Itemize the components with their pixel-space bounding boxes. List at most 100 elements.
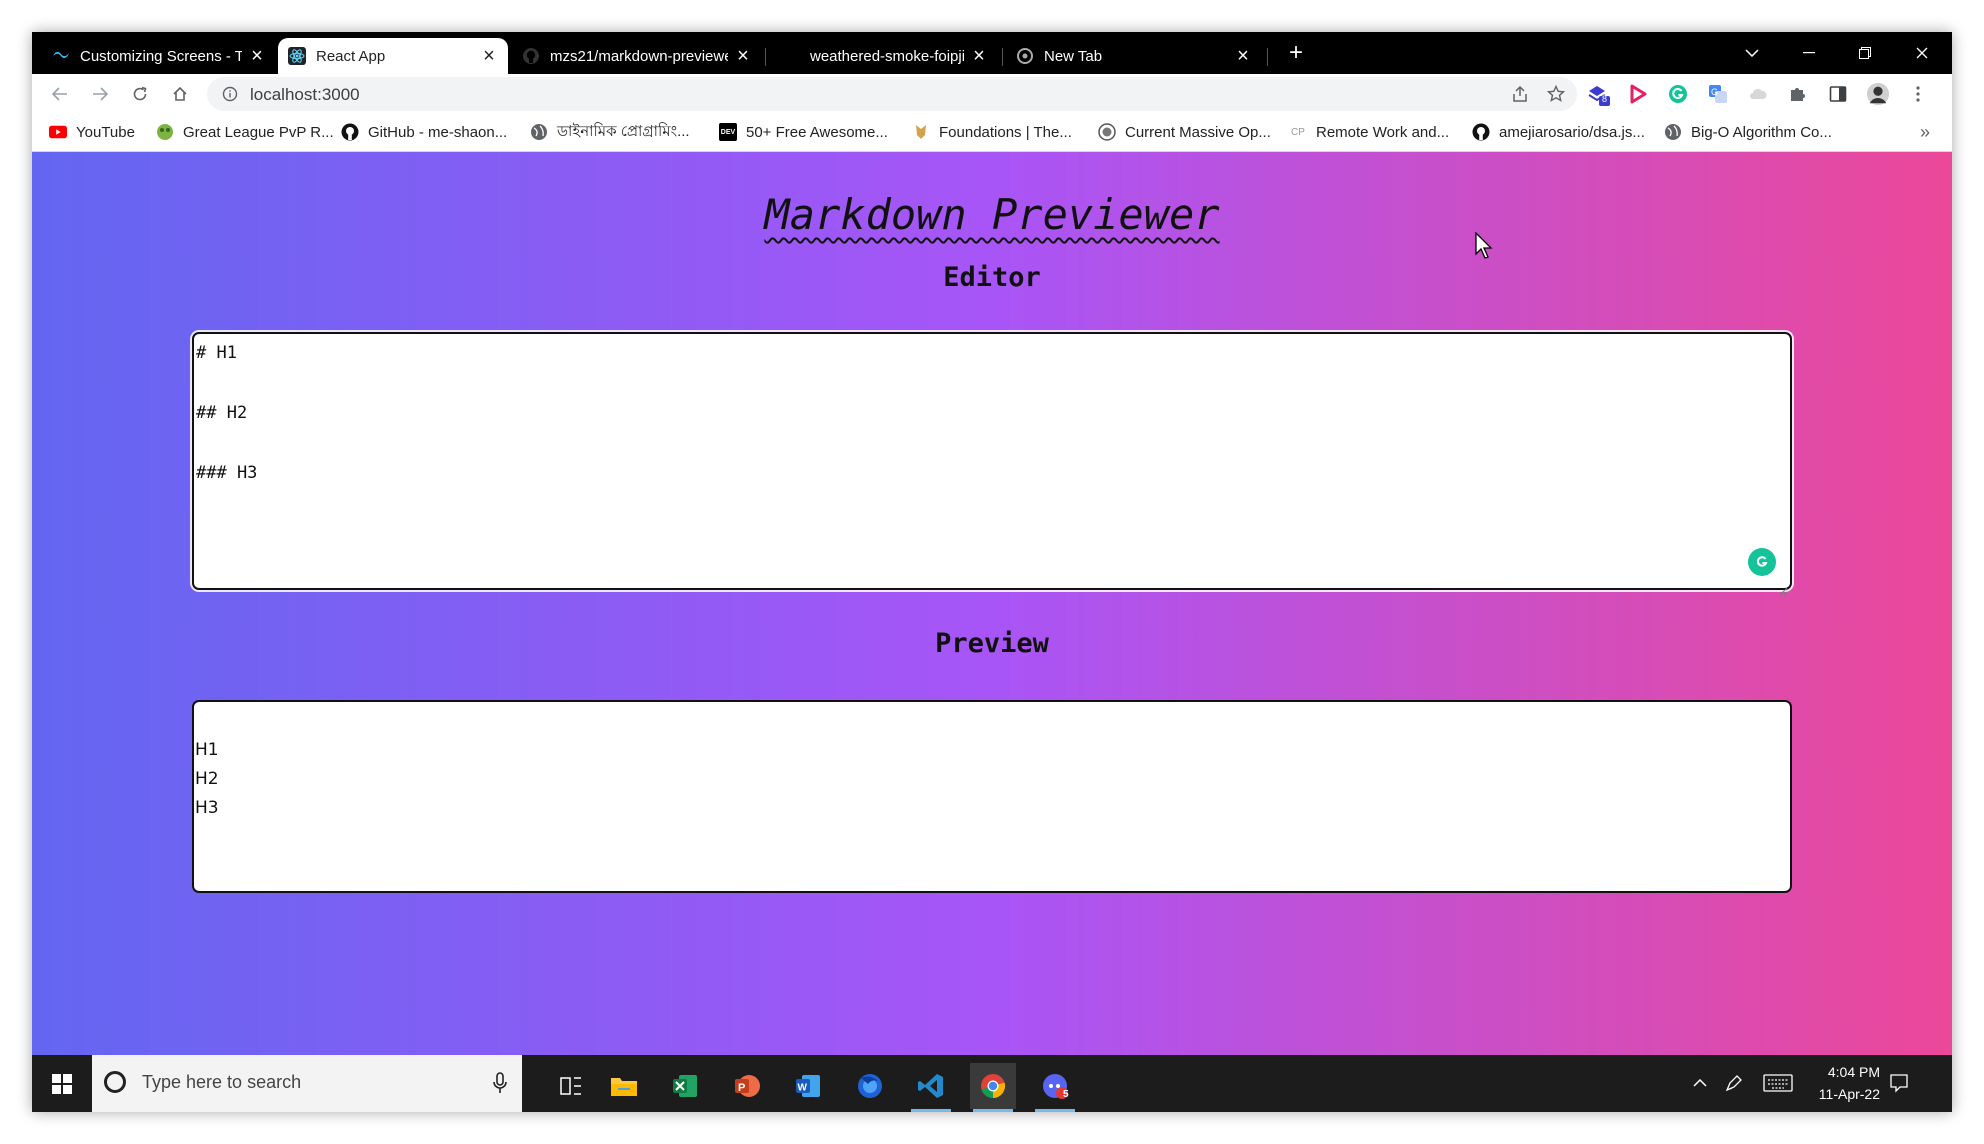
close-tab-icon[interactable]: × xyxy=(734,46,752,66)
github-icon xyxy=(1472,123,1490,141)
tab-title: weathered-smoke-foipji - CodeS xyxy=(810,47,964,65)
reload-icon[interactable] xyxy=(126,80,154,108)
share-icon[interactable] xyxy=(1511,85,1529,108)
bookmark-remote-work[interactable]: CP Remote Work and... xyxy=(1289,122,1449,142)
excel-icon[interactable] xyxy=(662,1063,708,1109)
extensions-puzzle-icon[interactable] xyxy=(1786,82,1810,106)
chrome-icon xyxy=(1016,47,1034,65)
bookmark-label: Big-O Algorithm Co... xyxy=(1691,123,1832,141)
site-info-icon[interactable] xyxy=(222,86,238,107)
resize-handle-icon[interactable] xyxy=(1778,576,1788,596)
tab-separator xyxy=(1267,48,1268,66)
github-icon xyxy=(522,47,540,65)
preview-h3: H3 xyxy=(195,798,219,818)
vscode-icon[interactable] xyxy=(908,1063,954,1112)
svg-text:W: W xyxy=(798,1083,808,1094)
discord-icon[interactable]: 5 xyxy=(1032,1063,1078,1112)
taskbar-clock[interactable]: 4:04 PM 11-Apr-22 xyxy=(1819,1061,1880,1105)
bookmark-label: Foundations | The... xyxy=(939,123,1072,141)
preview-h1: H1 xyxy=(195,740,219,760)
close-tab-icon[interactable]: × xyxy=(970,46,988,66)
globe-icon xyxy=(530,123,548,141)
taskbar-search-placeholder: Type here to search xyxy=(142,1072,302,1092)
firefox-icon[interactable] xyxy=(847,1063,893,1109)
svg-text:P: P xyxy=(738,1082,745,1094)
file-explorer-icon[interactable] xyxy=(601,1063,647,1109)
grammarly-extension-icon[interactable] xyxy=(1666,82,1690,106)
tab-github-markdown-previewer[interactable]: mzs21/markdown-previewer × xyxy=(512,38,762,74)
tab-search-chevron-icon[interactable] xyxy=(1732,38,1772,68)
touch-keyboard-icon[interactable] xyxy=(1762,1071,1794,1095)
grammarly-icon[interactable] xyxy=(1748,548,1776,576)
word-icon[interactable]: W xyxy=(785,1063,831,1109)
close-tab-icon[interactable]: × xyxy=(248,46,266,66)
tab-separator xyxy=(1002,48,1003,66)
clock-time: 4:04 PM xyxy=(1827,1064,1880,1080)
react-icon xyxy=(288,47,306,65)
bookmark-dsa-js[interactable]: amejiarosario/dsa.js... xyxy=(1472,122,1645,142)
bookmark-big-o[interactable]: Big-O Algorithm Co... xyxy=(1664,122,1832,142)
cortana-icon xyxy=(104,1071,126,1093)
minimize-button[interactable] xyxy=(1789,38,1829,68)
codesandbox-icon xyxy=(782,47,800,65)
bookmark-label: amejiarosario/dsa.js... xyxy=(1499,123,1645,141)
microphone-icon[interactable] xyxy=(492,1071,508,1095)
task-view-icon[interactable] xyxy=(548,1063,594,1109)
tab-strip: Customizing Screens - Tailwind C × React… xyxy=(32,32,1952,74)
bookmark-star-icon[interactable] xyxy=(1546,84,1566,108)
tab-codesandbox[interactable]: weathered-smoke-foipji - CodeS × xyxy=(772,38,998,74)
side-panel-icon[interactable] xyxy=(1826,82,1850,106)
browser-window: Customizing Screens - Tailwind C × React… xyxy=(32,32,1952,1112)
extension-stack-icon[interactable]: 8 xyxy=(1586,82,1610,106)
tab-new-tab[interactable]: New Tab × xyxy=(1006,38,1262,74)
notification-center-icon[interactable] xyxy=(1887,1071,1911,1095)
pen-icon[interactable] xyxy=(1722,1071,1746,1095)
close-tab-icon[interactable]: × xyxy=(480,46,498,66)
close-window-button[interactable] xyxy=(1902,38,1942,68)
show-hidden-icons-chevron-icon[interactable] xyxy=(1688,1071,1712,1095)
bookmark-label: Current Massive Op... xyxy=(1125,123,1271,141)
bookmark-label: Great League PvP R... xyxy=(183,123,334,141)
odin-icon xyxy=(912,123,930,141)
windows-start-button[interactable] xyxy=(32,1055,92,1112)
bookmark-label: Remote Work and... xyxy=(1316,123,1450,141)
github-icon xyxy=(341,123,359,141)
bookmark-foundations[interactable]: Foundations | The... xyxy=(912,122,1072,142)
menu-kebab-icon[interactable] xyxy=(1906,82,1930,106)
bookmark-current-massive[interactable]: Current Massive Op... xyxy=(1098,122,1271,142)
taskbar-search-box[interactable]: Type here to search xyxy=(92,1055,522,1112)
markdown-preview-panel: H1 H2 H3 xyxy=(192,700,1792,893)
tab-title: New Tab xyxy=(1044,47,1103,65)
url-text: localhost:3000 xyxy=(250,85,360,104)
bookmark-github-me-shaon[interactable]: GitHub - me-shaon... xyxy=(341,122,507,142)
tab-react-app[interactable]: React App × xyxy=(278,38,508,74)
translate-extension-icon[interactable]: G xyxy=(1706,82,1730,106)
bookmark-free-awesome[interactable]: DEV 50+ Free Awesome... xyxy=(719,122,888,142)
bookmark-label: ডাইনামিক প্রোগ্রামিং... xyxy=(557,122,690,140)
forward-arrow-icon[interactable] xyxy=(86,80,114,108)
pokemon-icon xyxy=(156,123,174,141)
chrome-taskbar-icon[interactable] xyxy=(970,1063,1016,1112)
home-icon[interactable] xyxy=(166,80,194,108)
editor-content: # H1 ## H2 ### H3 xyxy=(196,343,258,483)
powerpoint-icon[interactable]: P xyxy=(724,1063,770,1109)
bookmark-great-league[interactable]: Great League PvP R... xyxy=(156,122,334,142)
bookmark-dynamic-programming[interactable]: ডাইনামিক প্রোগ্রামিং... xyxy=(530,122,690,142)
tab-tailwind[interactable]: Customizing Screens - Tailwind C × xyxy=(42,38,276,74)
globe-icon xyxy=(1664,123,1682,141)
tab-separator xyxy=(765,48,766,66)
cloud-extension-icon[interactable] xyxy=(1746,82,1770,106)
bookmarks-overflow-button[interactable]: » xyxy=(1920,122,1930,142)
bookmark-youtube[interactable]: YouTube xyxy=(49,122,135,142)
mouse-cursor-icon xyxy=(1475,231,1495,260)
play-extension-icon[interactable] xyxy=(1626,82,1650,106)
bookmarks-bar: YouTube Great League PvP R... GitHub - m… xyxy=(32,112,1952,152)
page-title: Markdown Previewer xyxy=(32,190,1952,239)
close-tab-icon[interactable]: × xyxy=(1234,46,1252,66)
profile-avatar[interactable] xyxy=(1866,82,1890,106)
markdown-editor-textarea[interactable]: # H1 ## H2 ### H3 xyxy=(192,332,1792,596)
back-arrow-icon[interactable] xyxy=(46,80,74,108)
address-bar[interactable]: localhost:3000 xyxy=(207,77,1577,111)
restore-button[interactable] xyxy=(1845,38,1885,68)
new-tab-button[interactable]: + xyxy=(1276,38,1316,68)
